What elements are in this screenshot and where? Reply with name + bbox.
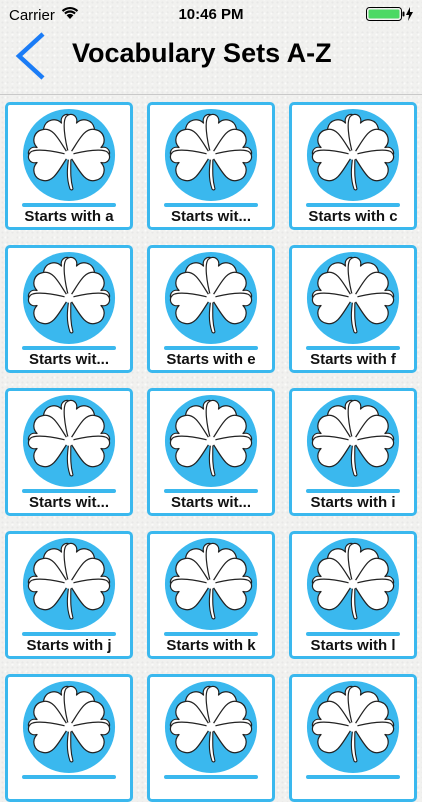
tile-underline [22,203,116,207]
back-button[interactable] [10,30,50,82]
four-leaf-clover-icon [22,251,116,345]
four-leaf-clover-icon [22,394,116,488]
tile-underline [306,775,400,779]
four-leaf-clover-icon [306,108,400,202]
tile-underline [164,775,258,779]
four-leaf-clover-icon [306,680,400,774]
tile-underline [22,346,116,350]
page-title: Vocabulary Sets A-Z [72,38,332,68]
tile-label: Starts wit... [170,208,252,225]
vocab-set-tile[interactable]: Starts wit... [147,102,275,230]
tile-label: Starts with e [166,351,256,368]
tile-underline [306,489,400,493]
status-right [366,6,414,26]
four-leaf-clover-icon [22,680,116,774]
tile-underline [164,346,258,350]
tile-label: Starts with f [310,351,396,368]
vocab-set-tile[interactable]: Starts wit... [147,388,275,516]
status-bar: Carrier 10:46 PM [0,0,422,30]
four-leaf-clover-icon [306,537,400,631]
tile-underline [306,346,400,350]
chevron-left-icon [15,32,45,80]
tile-label: Starts wit... [170,494,252,511]
vocab-set-tile[interactable]: Starts with f [289,245,417,373]
tile-underline [306,203,400,207]
four-leaf-clover-icon [164,537,258,631]
vocabulary-grid: Starts with a Starts wit... Starts with … [5,102,422,802]
tile-label: Starts with k [166,637,256,654]
vocab-set-tile[interactable] [289,674,417,802]
four-leaf-clover-icon [306,251,400,345]
tile-label: Starts with c [308,208,398,225]
battery-charging-icon [366,6,414,26]
vocab-set-tile[interactable]: Starts with e [147,245,275,373]
four-leaf-clover-icon [306,394,400,488]
vocab-set-tile[interactable]: Starts with k [147,531,275,659]
tile-label: Starts with a [24,208,114,225]
four-leaf-clover-icon [164,251,258,345]
vocab-set-tile[interactable]: Starts with c [289,102,417,230]
tile-underline [164,632,258,636]
vocab-set-tile[interactable] [147,674,275,802]
vocab-set-tile[interactable]: Starts wit... [5,388,133,516]
four-leaf-clover-icon [22,537,116,631]
nav-bar: Vocabulary Sets A-Z [0,30,422,84]
vocab-set-tile[interactable]: Starts with a [5,102,133,230]
tile-underline [22,775,116,779]
vocab-set-tile[interactable]: Starts with l [289,531,417,659]
tile-underline [22,489,116,493]
four-leaf-clover-icon [164,680,258,774]
four-leaf-clover-icon [164,108,258,202]
nav-divider [0,94,422,95]
four-leaf-clover-icon [22,108,116,202]
tile-underline [164,489,258,493]
tile-label: Starts with i [310,494,396,511]
tile-underline [164,203,258,207]
tile-underline [306,632,400,636]
tile-label: Starts with j [26,637,112,654]
vocab-set-tile[interactable]: Starts wit... [5,245,133,373]
status-time: 10:46 PM [178,6,244,23]
tile-label: Starts with l [310,637,396,654]
tile-label: Starts wit... [28,351,110,368]
vocab-set-tile[interactable]: Starts with j [5,531,133,659]
vocab-set-tile[interactable] [5,674,133,802]
tile-underline [22,632,116,636]
four-leaf-clover-icon [164,394,258,488]
tile-label: Starts wit... [28,494,110,511]
vocab-set-tile[interactable]: Starts with i [289,388,417,516]
